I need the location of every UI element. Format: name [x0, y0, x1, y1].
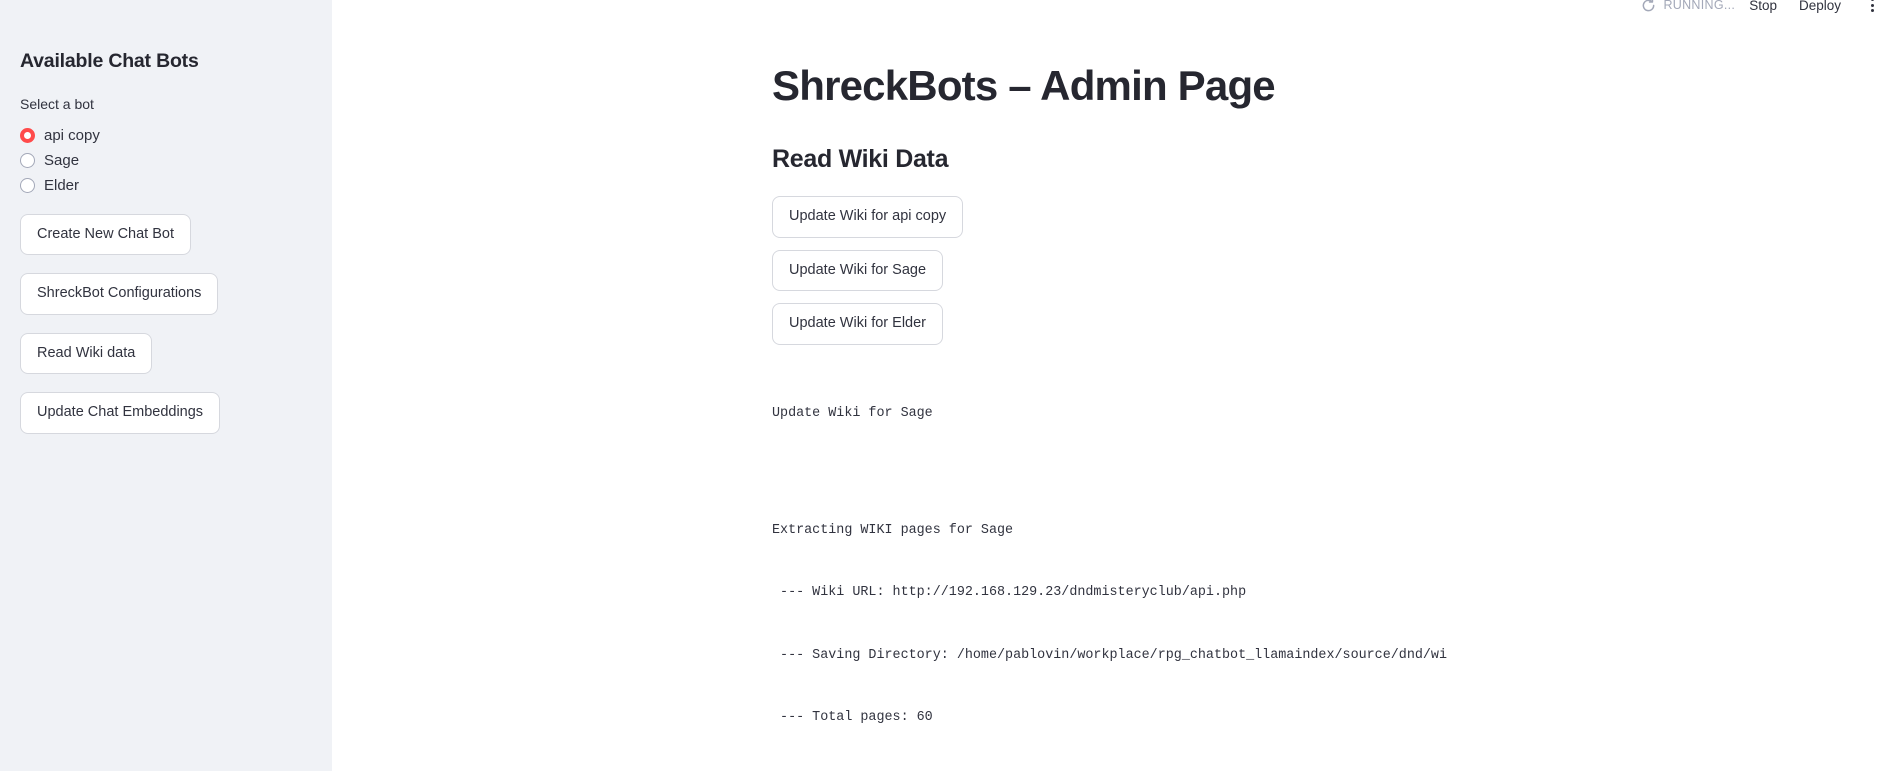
output-line: --- Total pages: 60 — [772, 710, 933, 726]
update-wiki-api-copy-wrap: Update Wiki for api copy — [772, 196, 1862, 238]
radio-option-sage[interactable]: Sage — [20, 150, 308, 171]
radio-mark-icon — [20, 152, 35, 168]
update-chat-embeddings-button[interactable]: Update Chat Embeddings — [20, 392, 221, 434]
radio-label: Sage — [44, 151, 80, 169]
output-line: --- Wiki URL: http://192.168.129.23/dndm… — [772, 585, 1247, 601]
radio-label: Elder — [44, 176, 80, 194]
update-wiki-for-sage-button[interactable]: Update Wiki for Sage — [772, 249, 944, 292]
main-content: ShreckBots – Admin Page Read Wiki Data U… — [332, 0, 1899, 771]
output-caption: Update Wiki for Sage — [772, 406, 933, 422]
sidebar: Available Chat Bots Select a bot api cop… — [0, 0, 332, 771]
read-wiki-data-button[interactable]: Read Wiki data — [20, 332, 153, 375]
output-line: Extracting WIKI pages for Sage — [772, 523, 1014, 539]
page-title: ShreckBots – Admin Page — [772, 62, 1276, 109]
select-a-bot-label: Select a bot — [20, 96, 94, 113]
shreckbot-configurations-wrap: ShreckBot Configurations — [20, 273, 308, 315]
app-root: RUNNING... Stop Deploy Available Chat Bo… — [0, 0, 1899, 771]
wiki-output-block: Update Wiki for Sage Extracting WIKI pag… — [772, 363, 1862, 771]
radio-option-api-copy[interactable]: api copy — [20, 125, 308, 146]
update-wiki-for-api-copy-button[interactable]: Update Wiki for api copy — [772, 196, 964, 238]
update-wiki-elder-wrap: Update Wiki for Elder — [772, 303, 1862, 345]
update-chat-embeddings-wrap: Update Chat Embeddings — [20, 392, 308, 434]
radio-option-elder[interactable]: Elder — [20, 175, 308, 196]
update-wiki-for-elder-button[interactable]: Update Wiki for Elder — [772, 303, 943, 345]
create-new-chat-bot-wrap: Create New Chat Bot — [20, 213, 308, 256]
read-wiki-data-wrap: Read Wiki data — [20, 332, 308, 375]
update-wiki-sage-wrap: Update Wiki for Sage — [772, 249, 1862, 292]
radio-label: api copy — [44, 126, 100, 144]
shreckbot-configurations-button[interactable]: ShreckBot Configurations — [20, 273, 219, 315]
output-spacer — [772, 467, 1862, 480]
section-title: Read Wiki Data — [772, 145, 949, 174]
sidebar-title: Available Chat Bots — [20, 50, 199, 72]
radio-mark-icon — [20, 127, 35, 143]
output-line: --- Saving Directory: /home/pablovin/wor… — [772, 647, 1447, 663]
radio-mark-icon — [20, 177, 35, 193]
main-column: ShreckBots – Admin Page Read Wiki Data U… — [772, 0, 1862, 770]
create-new-chat-bot-button[interactable]: Create New Chat Bot — [20, 213, 192, 256]
